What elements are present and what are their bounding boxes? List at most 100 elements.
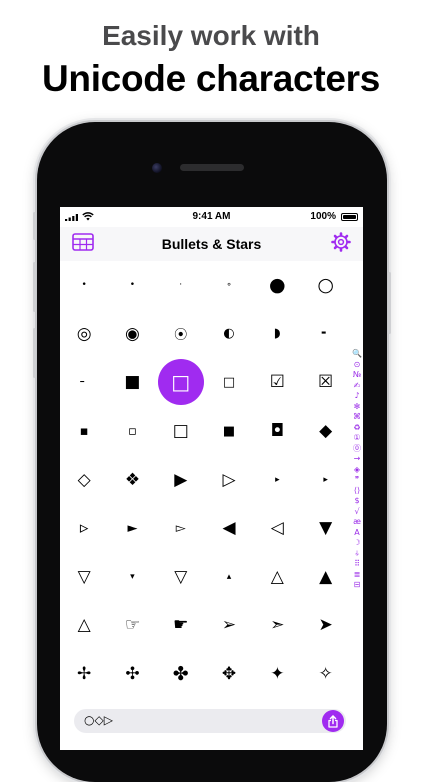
character-cell[interactable]: ◗ bbox=[253, 310, 301, 359]
index-bar-item[interactable]: → bbox=[354, 454, 361, 465]
character-cell[interactable]: ▶ bbox=[157, 455, 205, 504]
character-cell[interactable]: ☑ bbox=[253, 358, 301, 407]
status-bar: 9:41 AM 100% bbox=[60, 207, 363, 227]
earpiece-speaker bbox=[180, 164, 244, 171]
character-cell[interactable]: ▽ bbox=[60, 553, 108, 602]
character-cell[interactable]: ❖ bbox=[108, 455, 156, 504]
character-cell[interactable]: ○ bbox=[301, 261, 349, 310]
character-cell[interactable]: ✤ bbox=[157, 650, 205, 699]
index-bar-item[interactable]: ◈ bbox=[354, 465, 360, 476]
character-cell[interactable]: • bbox=[60, 261, 108, 310]
index-bar-item[interactable]: ⊟ bbox=[354, 580, 361, 591]
character-cell[interactable]: ▸ bbox=[253, 455, 301, 504]
character-cell[interactable]: △ bbox=[253, 553, 301, 602]
character-cell[interactable]: ▴ bbox=[205, 553, 253, 602]
character-cell[interactable]: ◐ bbox=[205, 310, 253, 359]
character-cell[interactable]: ◇ bbox=[60, 455, 108, 504]
index-bar-item[interactable]: A bbox=[354, 528, 359, 539]
character-cell[interactable]: ◁ bbox=[253, 504, 301, 553]
composer-bar[interactable]: ○◇▷ bbox=[74, 709, 346, 733]
character-cell[interactable]: ◉ bbox=[108, 310, 156, 359]
character-cell[interactable]: ▾ bbox=[108, 553, 156, 602]
character-glyph: ✣ bbox=[125, 664, 140, 685]
character-glyph: ╴ bbox=[80, 374, 89, 390]
index-bar-item[interactable]: ☽ bbox=[353, 538, 360, 549]
index-bar-item[interactable]: ⠿ bbox=[354, 559, 360, 570]
index-bar-item[interactable]: № bbox=[353, 370, 361, 381]
character-cell[interactable]: ◀ bbox=[205, 504, 253, 553]
character-cell[interactable]: ▼ bbox=[301, 504, 349, 553]
character-cell[interactable]: ☞ bbox=[108, 601, 156, 650]
index-bar-item[interactable]: ⊙ bbox=[354, 360, 361, 371]
character-glyph: ☛ bbox=[173, 615, 189, 636]
character-glyph: • bbox=[129, 280, 136, 291]
index-bar-item[interactable]: 🔍 bbox=[352, 349, 362, 360]
index-bar-item[interactable]: ♪ bbox=[354, 391, 359, 402]
index-bar-item[interactable]: $ bbox=[354, 496, 359, 507]
character-glyph: △ bbox=[270, 566, 284, 587]
composer-text[interactable]: ○◇▷ bbox=[84, 713, 113, 727]
character-cell[interactable]: ☒ bbox=[301, 358, 349, 407]
index-bar-item[interactable]: ✻ bbox=[354, 402, 361, 413]
character-cell[interactable]: · bbox=[157, 261, 205, 310]
character-cell[interactable]: ◆ bbox=[301, 407, 349, 456]
character-cell[interactable]: ▲ bbox=[301, 553, 349, 602]
headline-line-2: Unicode characters bbox=[41, 58, 381, 99]
character-glyph: ▫ bbox=[128, 423, 137, 439]
character-cell[interactable]: • bbox=[108, 261, 156, 310]
section-index-bar[interactable]: 🔍 ⊙ № ✍ ♪ ✻ ⌘ ♻ ① ⓪ → ◈ ❞ ⟨⟩ $ √ æ A ☽ ⍭ ⠿ ≣ ⊟ bbox=[351, 349, 363, 591]
character-cell[interactable]: ➢ bbox=[205, 601, 253, 650]
index-bar-item[interactable]: æ bbox=[353, 517, 361, 528]
index-bar-item[interactable]: ⌘ bbox=[353, 412, 361, 423]
mute-switch bbox=[33, 212, 36, 240]
character-cell[interactable]: ■ bbox=[108, 358, 156, 407]
character-cell[interactable]: ⦿ bbox=[157, 310, 205, 359]
character-glyph: ○ bbox=[317, 274, 334, 297]
character-glyph: ◗ bbox=[273, 326, 281, 342]
character-cell[interactable]: ◎ bbox=[60, 310, 108, 359]
character-cell[interactable]: ➤ bbox=[301, 601, 349, 650]
character-glyph: ➣ bbox=[270, 615, 285, 636]
character-cell[interactable]: ✢ bbox=[60, 650, 108, 699]
character-cell[interactable]: ▷ bbox=[205, 455, 253, 504]
index-bar-item[interactable]: ✍ bbox=[354, 381, 361, 392]
character-cell[interactable]: ▸ bbox=[301, 455, 349, 504]
character-cell[interactable]: ✧ bbox=[301, 650, 349, 699]
character-cell[interactable]: △ bbox=[60, 601, 108, 650]
character-cell[interactable]: ✣ bbox=[108, 650, 156, 699]
index-bar-item[interactable]: √ bbox=[354, 507, 359, 518]
character-cell[interactable]: ▽ bbox=[157, 553, 205, 602]
character-cell[interactable]: ► bbox=[108, 504, 156, 553]
gear-icon[interactable] bbox=[331, 232, 351, 252]
index-bar-item[interactable]: ≣ bbox=[354, 570, 361, 581]
character-cell[interactable]: ╴ bbox=[60, 358, 108, 407]
character-cell-selected[interactable]: □ bbox=[157, 358, 205, 407]
character-cell[interactable]: □ bbox=[205, 358, 253, 407]
index-bar-item[interactable]: ⍭ bbox=[355, 549, 360, 560]
character-cell[interactable]: ▻ bbox=[157, 504, 205, 553]
character-cell[interactable]: ● bbox=[253, 261, 301, 310]
character-cell[interactable]: ◘ bbox=[253, 407, 301, 456]
index-bar-item[interactable]: ❞ bbox=[355, 475, 359, 486]
battery-percentage: 100% bbox=[310, 211, 336, 222]
character-cell[interactable]: ☛ bbox=[157, 601, 205, 650]
character-cell[interactable]: ➣ bbox=[253, 601, 301, 650]
character-cell[interactable]: ▹ bbox=[60, 504, 108, 553]
character-cell[interactable]: ✥ bbox=[205, 650, 253, 699]
character-cell[interactable]: ∘ bbox=[205, 261, 253, 310]
index-bar-item[interactable]: ⓪ bbox=[353, 444, 361, 455]
character-cell[interactable]: ■ bbox=[205, 407, 253, 456]
character-cell[interactable]: ▫ bbox=[108, 407, 156, 456]
character-cell[interactable]: ▪ bbox=[60, 407, 108, 456]
character-glyph: ☞ bbox=[124, 615, 141, 636]
index-bar-item[interactable]: ♻ bbox=[353, 423, 360, 434]
character-cell[interactable]: ╸ bbox=[301, 310, 349, 359]
character-cell[interactable]: □ bbox=[157, 407, 205, 456]
character-cell[interactable]: ✦ bbox=[253, 650, 301, 699]
index-bar-item[interactable]: ① bbox=[353, 433, 360, 444]
index-bar-item[interactable]: ⟨⟩ bbox=[354, 486, 360, 497]
share-button[interactable] bbox=[322, 710, 344, 732]
headline-line-1: Easily work with bbox=[102, 20, 320, 51]
character-glyph: ▽ bbox=[77, 566, 91, 587]
character-glyph: □ bbox=[172, 421, 189, 442]
